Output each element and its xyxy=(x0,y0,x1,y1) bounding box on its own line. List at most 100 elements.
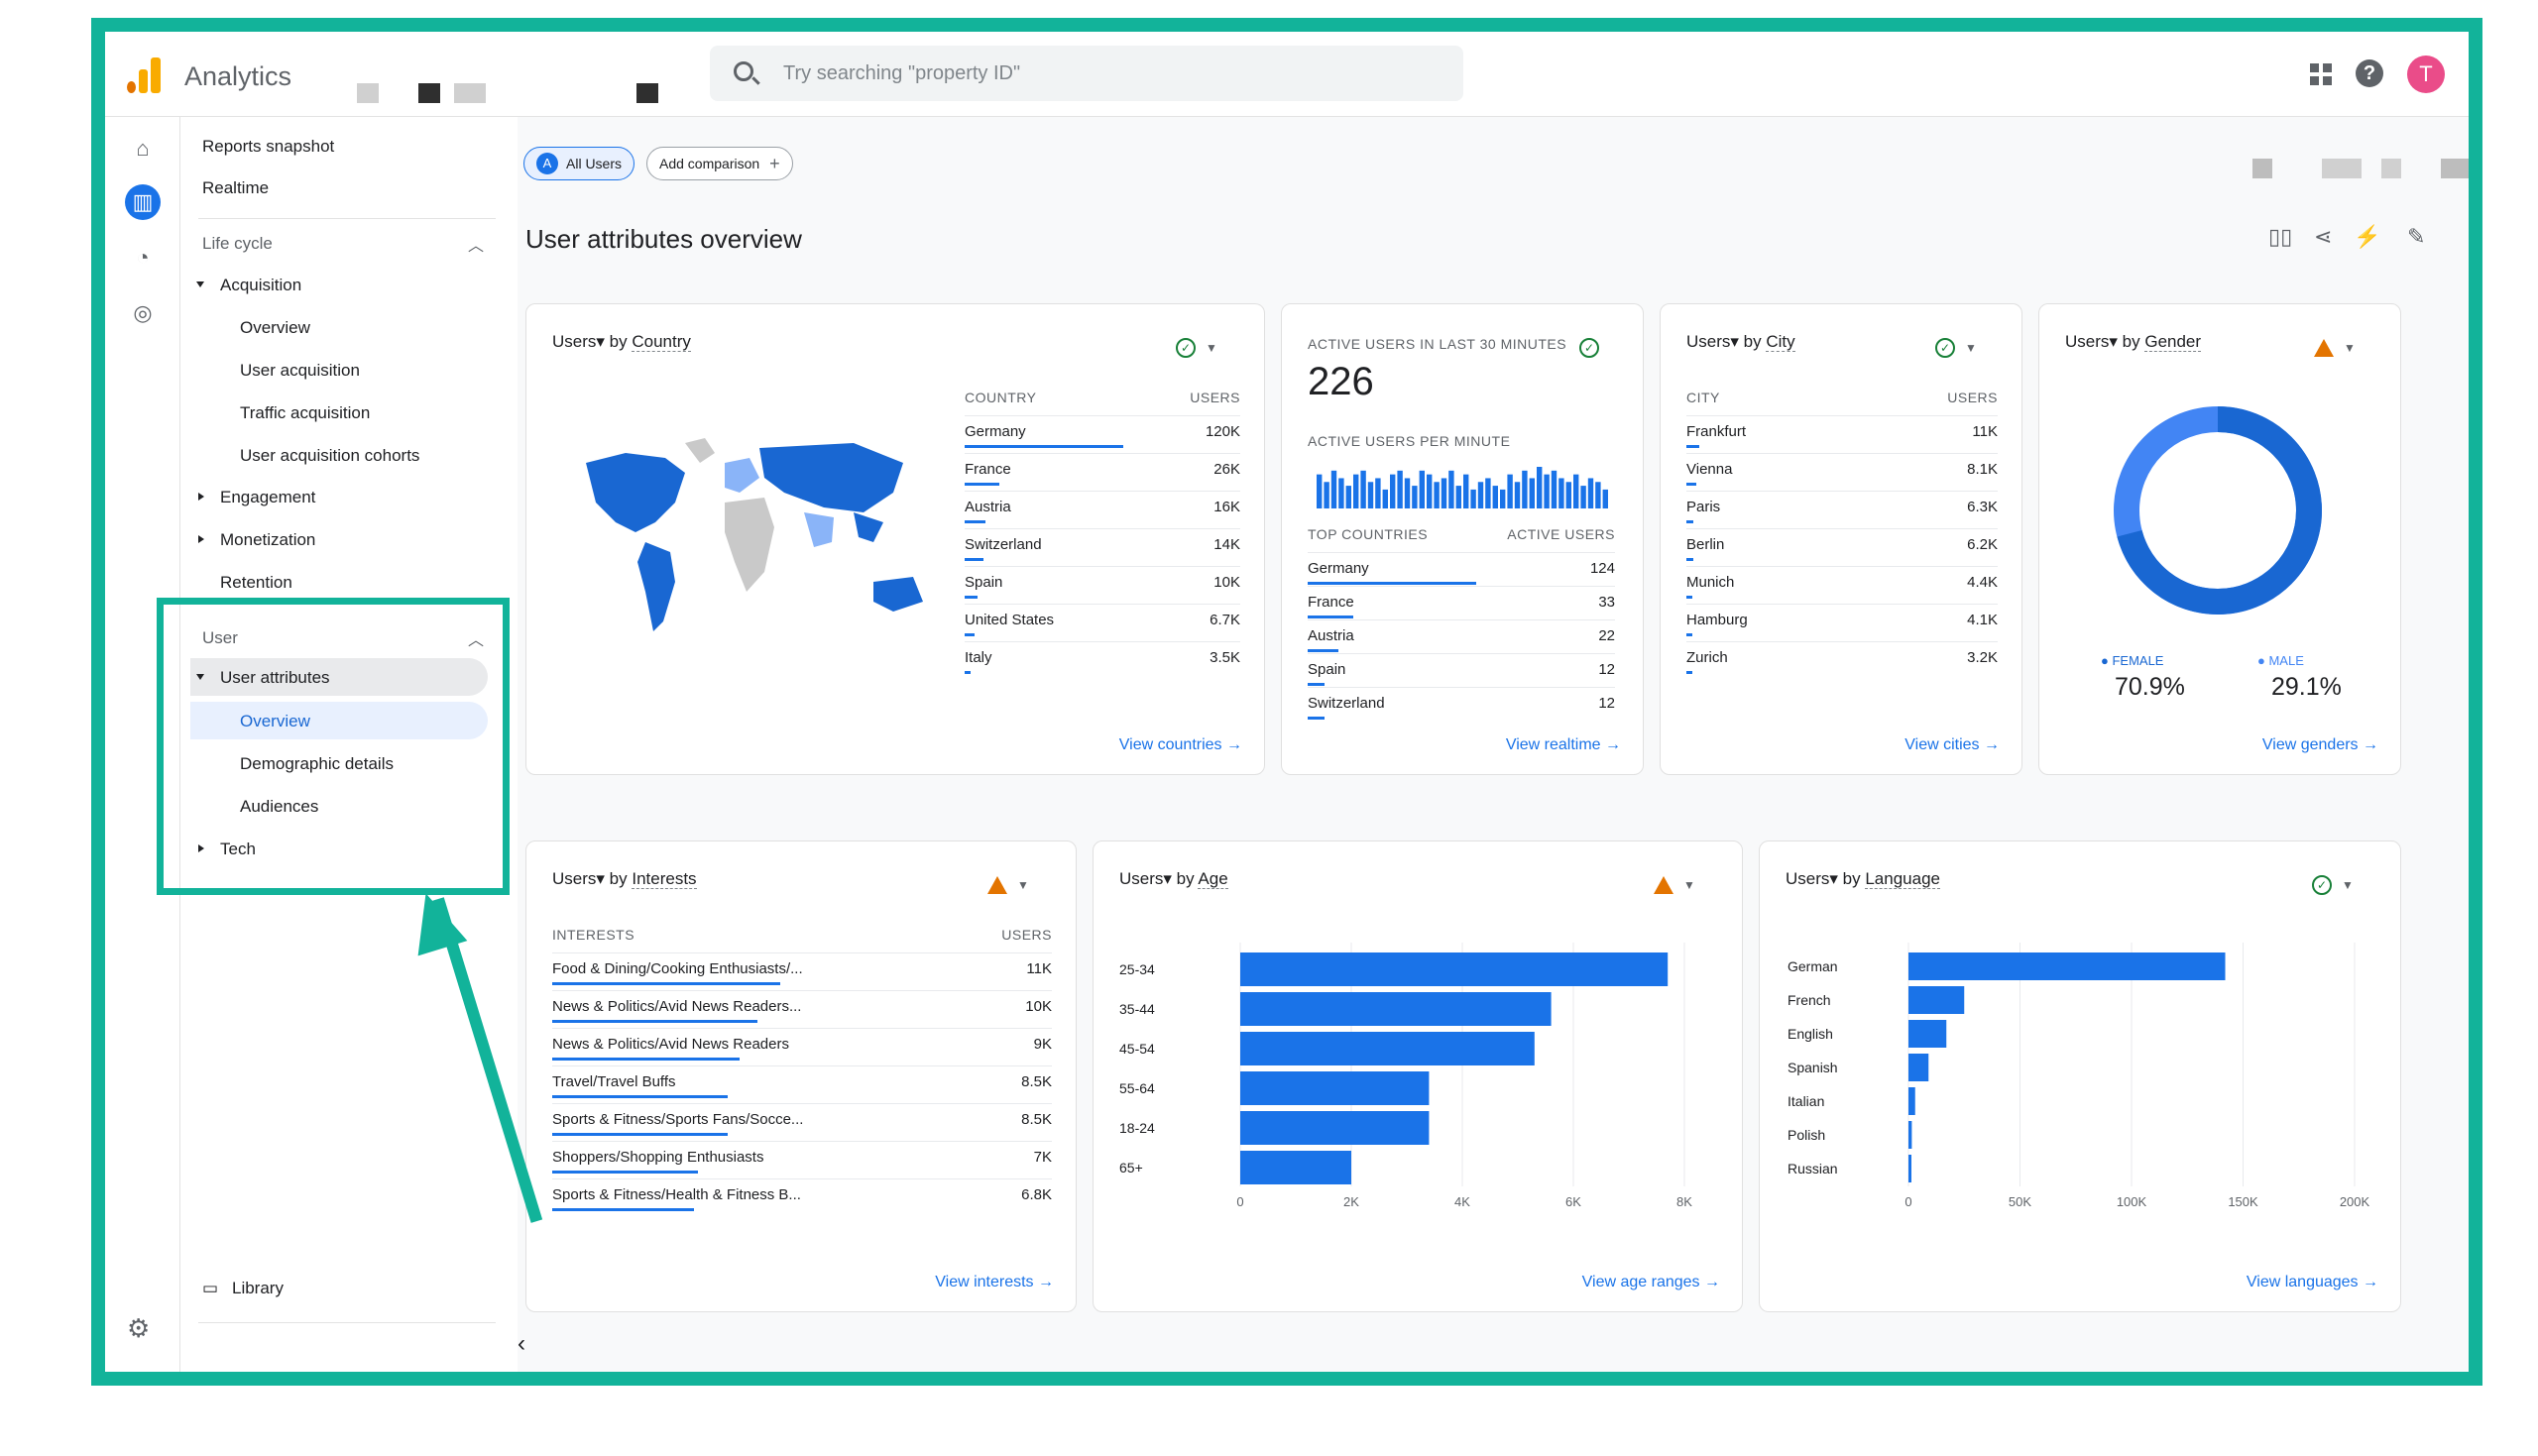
table-row-label[interactable]: Zurich xyxy=(1686,649,1728,666)
view-realtime-link[interactable]: View realtime → xyxy=(1506,736,1621,754)
card-title[interactable]: Users▾ by Gender xyxy=(2065,332,2202,352)
nav-reports-snapshot[interactable]: Reports snapshot xyxy=(202,137,334,157)
view-interests-link[interactable]: View interests → xyxy=(935,1274,1054,1291)
data-quality-status[interactable]: ✓ xyxy=(1569,330,1609,366)
table-row-label[interactable]: Sports & Fitness/Sports Fans/Socce... xyxy=(552,1111,803,1128)
table-row-label[interactable]: France xyxy=(1308,594,1354,611)
sparkline-bar xyxy=(1455,486,1461,508)
table-row-label[interactable]: Germany xyxy=(1308,560,1369,577)
table-row-label[interactable]: Italy xyxy=(965,649,992,666)
nav-section-life-cycle[interactable]: Life cycle xyxy=(202,234,273,254)
table-row-label[interactable]: Vienna xyxy=(1686,461,1732,478)
table-row-label[interactable]: Paris xyxy=(1686,499,1720,515)
all-users-chip[interactable]: A All Users xyxy=(523,147,635,180)
gender-donut-chart[interactable] xyxy=(2109,401,2327,619)
nav-realtime[interactable]: Realtime xyxy=(202,178,269,198)
avatar[interactable]: T xyxy=(2407,56,2445,93)
data-quality-status[interactable]: ▼ xyxy=(2299,330,2370,366)
advertising-icon[interactable]: ◎ xyxy=(125,295,161,331)
check-circle-icon: ✓ xyxy=(1176,338,1197,358)
bar-mark xyxy=(1240,992,1552,1026)
compare-columns-icon[interactable]: ▯▯ xyxy=(2268,224,2292,250)
page-title: User attributes overview xyxy=(525,224,802,254)
nav-engagement[interactable]: Engagement xyxy=(220,488,315,507)
table-row-label[interactable]: Austria xyxy=(965,499,1011,515)
nav-library[interactable]: Library xyxy=(232,1279,284,1298)
table-row-label[interactable]: News & Politics/Avid News Readers... xyxy=(552,998,801,1015)
realtime-title[interactable]: ACTIVE USERS IN LAST 30 MINUTES xyxy=(1308,336,1566,352)
table-row-label[interactable]: Berlin xyxy=(1686,536,1724,553)
table-row-label[interactable]: Spain xyxy=(965,574,1002,591)
share-icon[interactable]: ⋖ xyxy=(2314,224,2332,250)
analytics-logo-icon[interactable] xyxy=(127,57,161,93)
nav-acquisition[interactable]: Acquisition xyxy=(220,276,301,295)
card-title[interactable]: Users▾ by Interests xyxy=(552,869,697,889)
warning-icon xyxy=(2314,339,2335,357)
sparkline-bar xyxy=(1434,482,1440,508)
help-icon[interactable]: ? xyxy=(2356,59,2383,87)
table-row-value: 10K xyxy=(1025,998,1052,1015)
table-row-label[interactable]: Food & Dining/Cooking Enthusiasts/... xyxy=(552,960,803,977)
expand-caret-icon[interactable] xyxy=(196,281,204,287)
table-row-label[interactable]: Frankfurt xyxy=(1686,423,1746,440)
expand-caret-icon[interactable] xyxy=(198,535,204,543)
table-row-label[interactable]: Travel/Travel Buffs xyxy=(552,1073,675,1090)
table-row-label[interactable]: Switzerland xyxy=(1308,695,1385,712)
nav-acquisition-overview[interactable]: Overview xyxy=(240,318,310,338)
explore-icon[interactable]: ◔ xyxy=(125,240,161,276)
nav-user-acquisition-cohorts[interactable]: User acquisition cohorts xyxy=(240,446,419,466)
card-title[interactable]: Users▾ by Age xyxy=(1119,869,1228,889)
redacted-block xyxy=(357,83,379,103)
check-circle-icon: ✓ xyxy=(1579,338,1599,358)
table-row-label[interactable]: News & Politics/Avid News Readers xyxy=(552,1036,789,1053)
nav-monetization[interactable]: Monetization xyxy=(220,530,315,550)
card-title[interactable]: Users▾ by Country xyxy=(552,332,691,352)
reports-icon[interactable]: ▥ xyxy=(125,184,161,220)
nav-traffic-acquisition[interactable]: Traffic acquisition xyxy=(240,403,370,423)
view-genders-link[interactable]: View genders → xyxy=(2262,736,2378,754)
row-share-bar xyxy=(965,596,978,599)
data-quality-status[interactable]: ✓ ▼ xyxy=(1161,330,1232,366)
table-row-label[interactable]: Shoppers/Shopping Enthusiasts xyxy=(552,1149,763,1166)
age-bar-chart[interactable]: 0 2K 4K 6K 8K 25-34 35-44 45-54 55-64 18-24 65+ xyxy=(1094,931,1744,1228)
add-comparison-button[interactable]: Add comparison + xyxy=(646,147,793,180)
sparkline-bar xyxy=(1345,486,1351,508)
table-row-label[interactable]: Spain xyxy=(1308,661,1345,678)
home-icon[interactable]: ⌂ xyxy=(125,131,161,167)
insights-icon[interactable]: ⚡ xyxy=(2354,224,2380,250)
search-input[interactable]: Try searching "property ID" xyxy=(783,62,1020,85)
table-row-label[interactable]: Germany xyxy=(965,423,1026,440)
data-quality-status[interactable]: ▼ xyxy=(973,867,1044,903)
view-languages-link[interactable]: View languages → xyxy=(2247,1274,2378,1291)
table-row-value: 120K xyxy=(1205,423,1240,440)
chevron-up-icon[interactable]: ︿ xyxy=(468,232,484,256)
view-age-ranges-link[interactable]: View age ranges → xyxy=(1582,1274,1720,1291)
language-bar-chart[interactable]: 0 50K 100K 150K 200K German French English Spani… xyxy=(1760,931,2402,1228)
view-countries-link[interactable]: View countries → xyxy=(1119,736,1242,754)
search-bar[interactable]: Try searching "property ID" xyxy=(710,46,1463,101)
expand-caret-icon[interactable] xyxy=(198,493,204,501)
table-row-label[interactable]: France xyxy=(965,461,1011,478)
world-map[interactable] xyxy=(576,433,953,641)
data-quality-status[interactable]: ✓ ▼ xyxy=(2297,867,2368,903)
card-title[interactable]: Users▾ by Language xyxy=(1786,869,1940,889)
apps-grid-icon[interactable] xyxy=(2310,63,2332,85)
data-quality-status[interactable]: ▼ xyxy=(1639,867,1710,903)
table-row-label[interactable]: Munich xyxy=(1686,574,1734,591)
data-quality-status[interactable]: ✓ ▼ xyxy=(1920,330,1992,366)
view-cities-link[interactable]: View cities → xyxy=(1904,736,2000,754)
row-divider xyxy=(965,528,1240,529)
row-divider xyxy=(1686,566,1998,567)
admin-gear-icon[interactable]: ⚙ xyxy=(127,1313,150,1344)
card-title[interactable]: Users▾ by City xyxy=(1686,332,1795,352)
table-row-label[interactable]: Austria xyxy=(1308,627,1354,644)
sparkline-bar xyxy=(1375,478,1381,508)
active-users-sparkline[interactable] xyxy=(1316,463,1609,508)
table-row-label[interactable]: United States xyxy=(965,612,1054,628)
table-row-label[interactable]: Sports & Fitness/Health & Fitness B... xyxy=(552,1186,801,1203)
table-row-label[interactable]: Switzerland xyxy=(965,536,1042,553)
nav-user-acquisition[interactable]: User acquisition xyxy=(240,361,360,381)
table-row-label[interactable]: Hamburg xyxy=(1686,612,1748,628)
nav-retention[interactable]: Retention xyxy=(220,573,292,593)
edit-pencil-icon[interactable]: ✎ xyxy=(2407,224,2425,250)
